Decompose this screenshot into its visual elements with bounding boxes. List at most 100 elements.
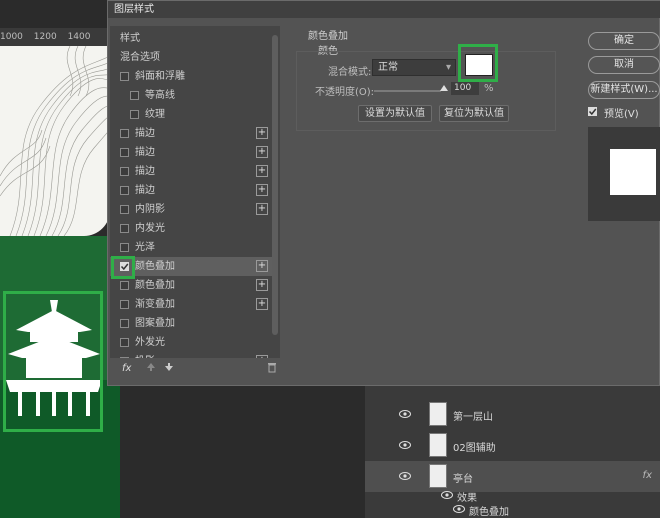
layer-name[interactable]: 02图辅助 (453, 439, 496, 454)
wave-lines-art (0, 46, 110, 236)
add-effect-icon[interactable]: + (256, 298, 268, 310)
effect-row[interactable]: 颜色叠加 (365, 502, 660, 518)
add-effect-icon[interactable]: + (256, 184, 268, 196)
ruler-mark: 1000 (0, 32, 23, 42)
style-item-label: 颜色叠加 (135, 280, 175, 291)
canvas-line-art (0, 46, 110, 236)
style-item-label: 光泽 (135, 242, 155, 253)
eye-icon[interactable] (453, 504, 465, 514)
fx-menu-button[interactable]: fx (122, 363, 131, 374)
style-checkbox[interactable] (120, 205, 129, 214)
ok-button[interactable]: 确定 (588, 32, 660, 50)
style-item[interactable]: 描边 + (110, 124, 273, 143)
style-item-label: 内发光 (135, 223, 165, 234)
style-checkbox[interactable] (120, 300, 129, 309)
fx-badge[interactable]: fx (643, 470, 652, 481)
blend-options-item[interactable]: 混合选项 (110, 48, 273, 67)
style-item-label: 描边 (135, 166, 155, 177)
style-checkbox[interactable] (120, 148, 129, 157)
move-down-icon[interactable] (164, 362, 174, 375)
highlight-box-checkbox (111, 256, 135, 279)
style-checkbox[interactable] (120, 224, 129, 233)
style-item-label: 描边 (135, 185, 155, 196)
style-item-label: 描边 (135, 128, 155, 139)
style-checkbox[interactable] (120, 72, 129, 81)
style-item-label: 图案叠加 (135, 318, 175, 329)
add-effect-icon[interactable]: + (256, 279, 268, 291)
add-effect-icon[interactable]: + (256, 260, 268, 272)
add-effect-icon[interactable]: + (256, 127, 268, 139)
layer-thumbnail (429, 402, 447, 426)
layer-name[interactable]: 亭台 (453, 470, 473, 485)
style-checkbox[interactable] (120, 129, 129, 138)
reset-default-button[interactable]: 复位为默认值 (439, 105, 509, 122)
style-checkbox[interactable] (120, 281, 129, 290)
styles-list: 样式 混合选项 斜面和浮雕 等高线 纹理 描边 + 描边 + 描边 + 描边 + 内阴影 + 内发光 光泽颜… (110, 26, 280, 358)
style-item[interactable]: 描边 + (110, 162, 273, 181)
style-item[interactable]: 图案叠加 (110, 314, 273, 333)
eye-icon[interactable] (399, 409, 411, 419)
style-checkbox[interactable] (120, 319, 129, 328)
move-up-icon[interactable] (146, 362, 156, 375)
effect-label: 颜色叠加 (469, 507, 509, 518)
effects-row[interactable]: 效果 (365, 488, 660, 504)
style-checkbox[interactable] (130, 91, 139, 100)
cancel-button[interactable]: 取消 (588, 56, 660, 74)
style-item-label: 渐变叠加 (135, 299, 175, 310)
layer-thumbnail (429, 464, 447, 488)
style-item[interactable]: 描边 + (110, 181, 273, 200)
style-item[interactable]: 光泽 (110, 238, 273, 257)
eye-icon[interactable] (399, 471, 411, 481)
opacity-slider[interactable] (374, 90, 441, 92)
section-title: 颜色叠加 (308, 31, 348, 42)
style-item[interactable]: 内阴影 + (110, 200, 273, 219)
style-item-label: 描边 (135, 147, 155, 158)
preview-label: 预览(V) (604, 109, 639, 120)
style-item[interactable]: 纹理 (110, 105, 273, 124)
style-checkbox[interactable] (120, 338, 129, 347)
layer-style-dialog: 图层样式 样式 混合选项 斜面和浮雕 等高线 纹理 描边 + 描边 + 描边 + 描边 + 内阴影 + 内… (107, 0, 660, 386)
style-item[interactable]: 等高线 (110, 86, 273, 105)
preview-swatch (610, 149, 656, 195)
checkmark-icon (588, 108, 597, 116)
add-effect-icon[interactable]: + (256, 146, 268, 158)
preview-checkbox[interactable] (588, 107, 597, 116)
trash-icon[interactable] (267, 362, 277, 376)
style-checkbox[interactable] (120, 243, 129, 252)
style-item[interactable]: 斜面和浮雕 (110, 67, 273, 86)
opacity-unit: % (484, 83, 494, 94)
dialog-title: 图层样式 (108, 1, 660, 18)
chevron-down-icon: ▾ (445, 62, 451, 73)
style-item-label: 等高线 (145, 90, 175, 101)
style-item[interactable]: 渐变叠加 + (110, 295, 273, 314)
set-default-button[interactable]: 设置为默认值 (358, 105, 432, 122)
layers-panel: 第一层山 02图辅助 亭台 fx 效果 颜色叠加 (365, 385, 660, 518)
blend-mode-select[interactable]: 正常 ▾ (372, 59, 456, 76)
styles-header: 样式 (110, 29, 273, 48)
style-checkbox[interactable] (120, 167, 129, 176)
opacity-label: 不透明度(O): (315, 87, 375, 98)
highlight-box-swatch (458, 44, 498, 82)
blend-options-label: 混合选项 (120, 52, 160, 63)
add-effect-icon[interactable]: + (256, 203, 268, 215)
style-checkbox[interactable] (130, 110, 139, 119)
opacity-slider-handle[interactable] (440, 85, 448, 91)
styles-header-label: 样式 (120, 33, 140, 44)
style-item[interactable]: 描边 + (110, 143, 273, 162)
ruler-mark: 1400 (67, 32, 91, 42)
blend-mode-label: 混合模式: (328, 67, 372, 78)
styles-scrollbar[interactable] (272, 35, 278, 335)
new-style-button[interactable]: 新建样式(W)... (588, 81, 660, 99)
eye-icon[interactable] (399, 440, 411, 450)
opacity-input[interactable]: 100 (451, 82, 479, 95)
style-item[interactable]: 内发光 (110, 219, 273, 238)
style-item[interactable]: 外发光 (110, 333, 273, 352)
layer-row[interactable]: 第一层山 (365, 399, 660, 430)
layer-name[interactable]: 第一层山 (453, 408, 493, 423)
style-item-label: 颜色叠加 (135, 261, 175, 272)
ruler-mark: 1200 (33, 32, 57, 42)
layer-row[interactable]: 02图辅助 (365, 430, 660, 461)
add-effect-icon[interactable]: + (256, 165, 268, 177)
style-checkbox[interactable] (120, 186, 129, 195)
eye-icon[interactable] (441, 490, 453, 500)
